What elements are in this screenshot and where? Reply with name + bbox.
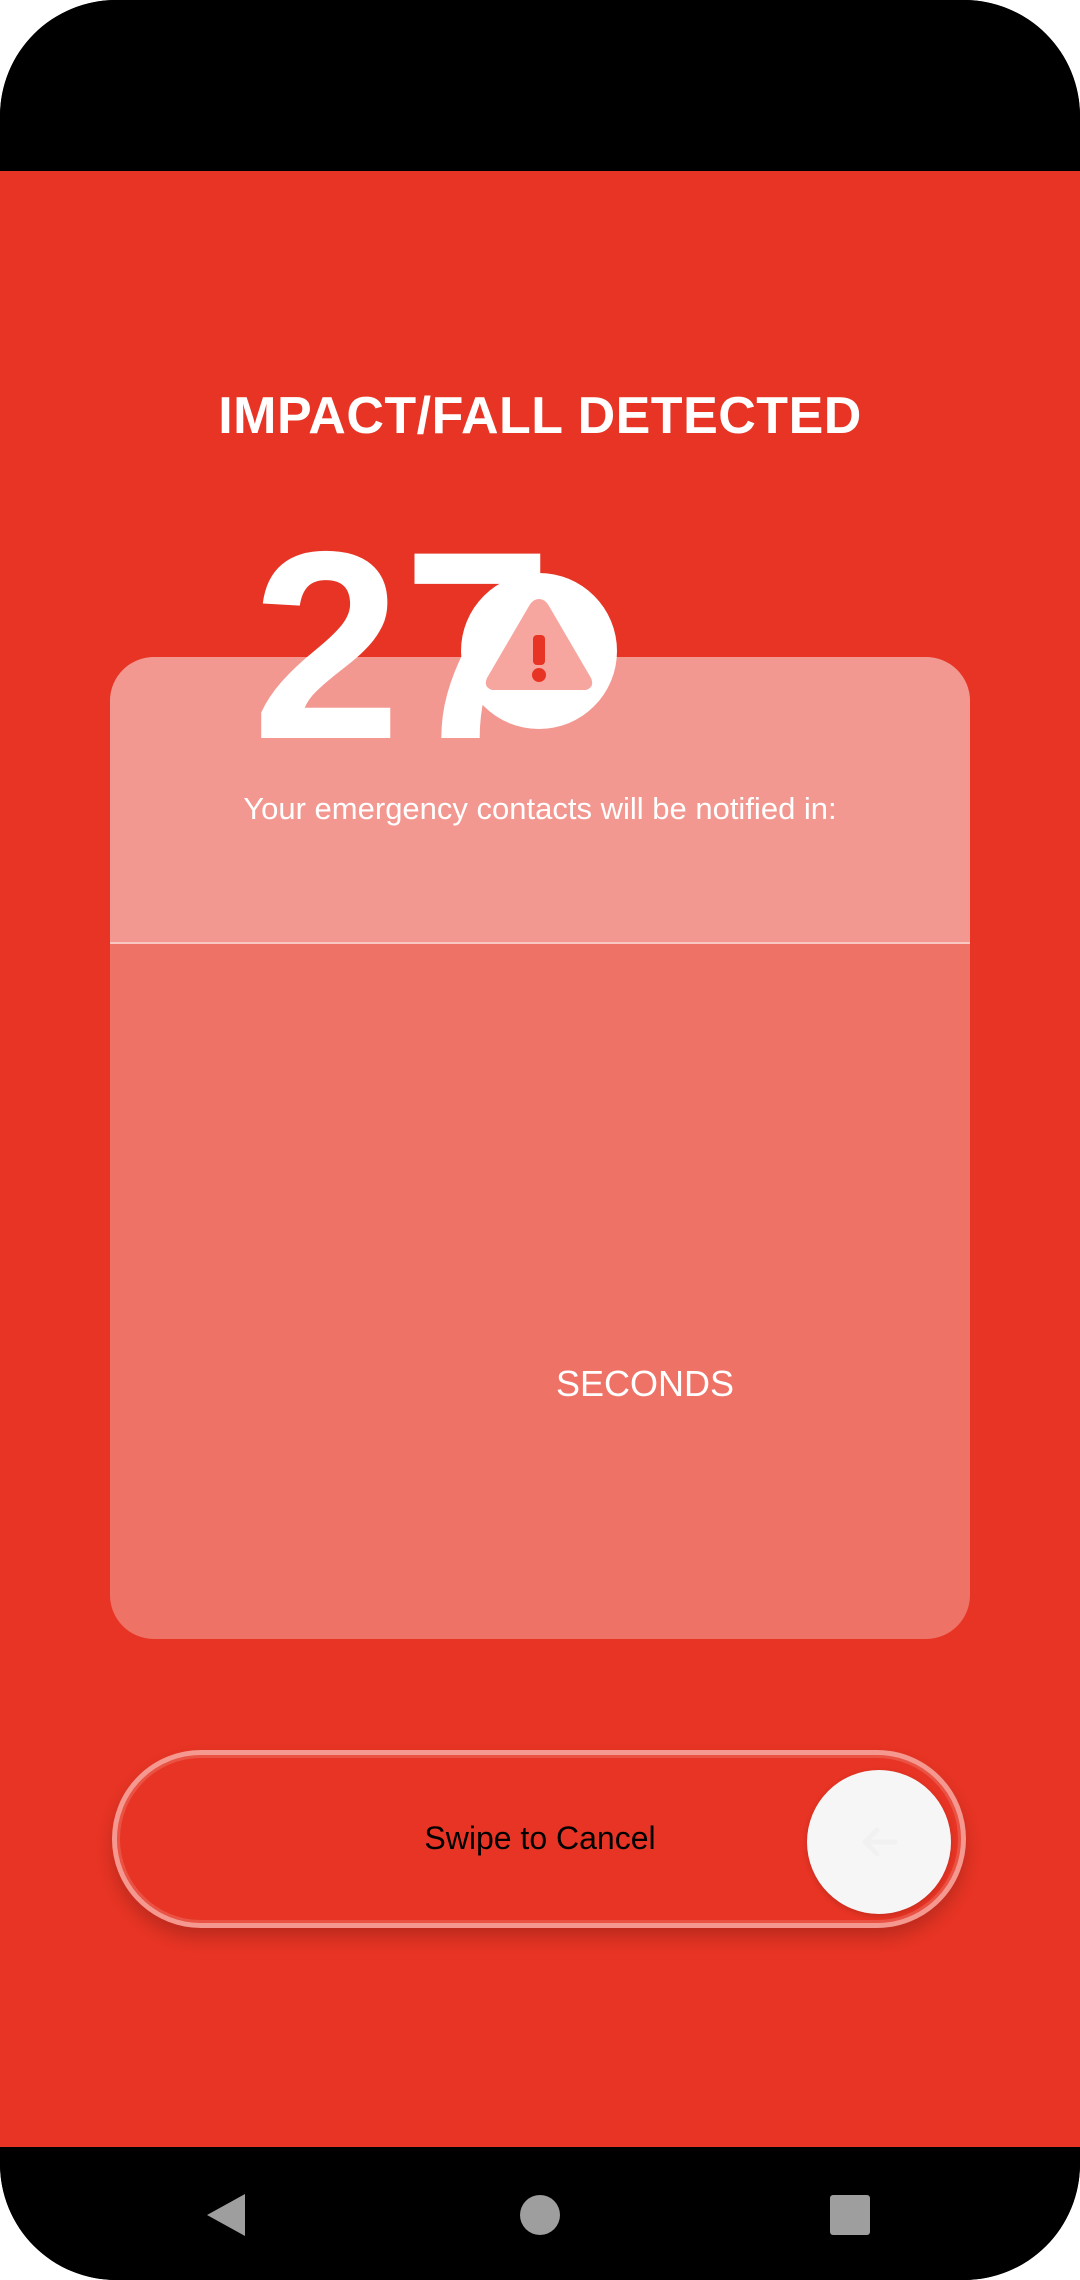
card-countdown-section (110, 944, 970, 1639)
phone-screen: IMPACT/FALL DETECTED Your emergency cont… (0, 0, 1080, 2280)
swipe-handle[interactable] (807, 1770, 951, 1914)
status-bar (0, 0, 1080, 171)
recents-button[interactable] (810, 2180, 890, 2250)
home-button[interactable] (500, 2180, 580, 2250)
recents-square-icon (830, 2195, 870, 2235)
notification-message: Your emergency contacts will be notified… (243, 791, 837, 826)
back-button[interactable] (192, 2180, 272, 2250)
countdown-unit: SECONDS (555, 1363, 735, 1404)
countdown-card: Your emergency contacts will be notified… (110, 657, 970, 1639)
warning-badge (461, 573, 617, 729)
warning-triangle-icon (485, 599, 593, 690)
home-circle-icon (520, 2195, 560, 2235)
arrow-left-icon (862, 1827, 898, 1857)
alert-title: IMPACT/FALL DETECTED (218, 387, 862, 445)
back-triangle-icon (207, 2194, 245, 2236)
